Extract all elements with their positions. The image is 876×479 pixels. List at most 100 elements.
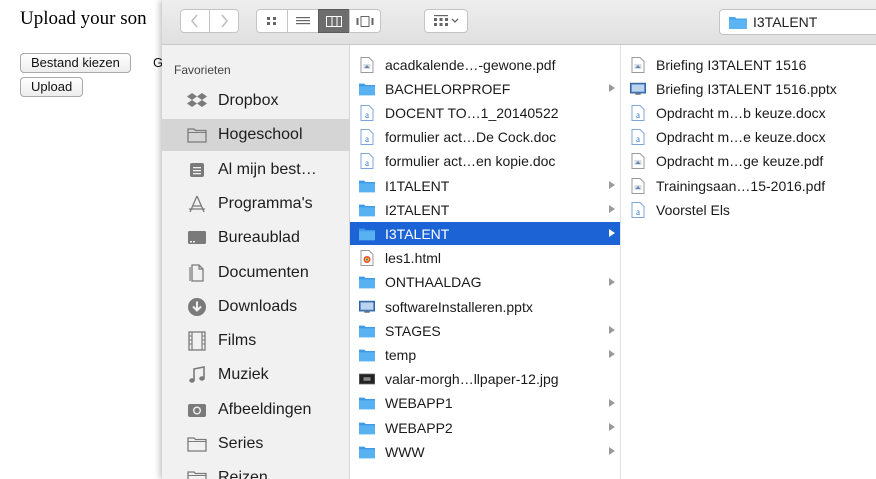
icon-view-button[interactable]	[256, 9, 288, 33]
svg-text:a: a	[636, 134, 640, 144]
sidebar-item-bureaublad[interactable]: Bureaublad	[162, 222, 350, 254]
applications-icon	[186, 194, 208, 214]
doc-file-icon: a	[359, 129, 375, 146]
file-name: Trainingsaan…15-2016.pdf	[656, 177, 826, 194]
pdf-file-icon	[630, 153, 646, 170]
folder-row[interactable]: WWW	[350, 440, 620, 463]
file-row[interactable]: Opdracht m…ge keuze.pdf	[621, 150, 876, 173]
dropbox-icon	[186, 91, 208, 111]
folder-icon	[359, 226, 375, 242]
downloads-icon	[186, 297, 208, 317]
folder-row[interactable]: WEBAPP1	[350, 392, 620, 415]
file-name: DOCENT TO…1_20140522	[385, 104, 559, 121]
file-row[interactable]: les1.html	[350, 247, 620, 270]
sidebar-item-series[interactable]: Series	[162, 428, 350, 460]
file-name: STAGES	[385, 322, 441, 339]
folder-icon	[186, 468, 208, 479]
svg-text:a: a	[365, 110, 369, 120]
pptx-file-icon	[359, 299, 375, 315]
folder-icon	[359, 81, 375, 97]
folder-icon	[359, 420, 375, 436]
sidebar-item-label: Documenten	[218, 263, 309, 281]
folder-row[interactable]: I2TALENT	[350, 198, 620, 221]
pdf-file-icon	[630, 177, 646, 194]
file-name: I1TALENT	[385, 177, 450, 194]
sidebar: Favorieten Dropbox Hogeschool Al mijn best…	[162, 45, 350, 479]
sidebar-header: Favorieten	[174, 63, 231, 77]
file-row[interactable]: a Opdracht m…e keuze.docx	[621, 126, 876, 149]
column-view-button[interactable]	[318, 9, 350, 33]
folder-icon	[359, 323, 375, 339]
folder-row[interactable]: I1TALENT	[350, 174, 620, 197]
file-row[interactable]: acadkalende…-gewone.pdf	[350, 53, 620, 76]
svg-text:a: a	[636, 110, 640, 120]
disclosure-arrow-icon	[609, 326, 615, 335]
file-name: formulier act…en kopie.doc	[385, 153, 556, 170]
file-row[interactable]: Briefing I3TALENT 1516	[621, 53, 876, 76]
pptx-file-icon	[630, 81, 646, 97]
folder-icon	[359, 444, 375, 460]
sidebar-item-dropbox[interactable]: Dropbox	[162, 85, 350, 117]
sidebar-item-films[interactable]: Films	[162, 325, 350, 357]
disclosure-arrow-icon	[609, 350, 615, 359]
file-row[interactable]: Trainingsaan…15-2016.pdf	[621, 174, 876, 197]
sidebar-item-reizen[interactable]: Reizen	[162, 462, 350, 479]
file-row[interactable]: a DOCENT TO…1_20140522	[350, 101, 620, 124]
movies-icon	[186, 331, 208, 351]
folder-row[interactable]: I3TALENT	[350, 222, 620, 246]
svg-text:a: a	[365, 134, 369, 144]
folder-row[interactable]: BACHELORPROEF	[350, 77, 620, 100]
sidebar-item-afbeeldingen[interactable]: Afbeeldingen	[162, 394, 350, 426]
disclosure-arrow-icon	[609, 205, 615, 214]
disclosure-arrow-icon	[609, 423, 615, 431]
sidebar-item-label: Afbeeldingen	[218, 400, 312, 418]
file-name: Voorstel Els	[656, 201, 730, 218]
file-row[interactable]: softwareInstalleren.pptx	[350, 295, 620, 318]
folder-row[interactable]: WEBAPP2	[350, 416, 620, 439]
list-view-button[interactable]	[287, 9, 319, 33]
doc-file-icon: a	[630, 129, 646, 146]
file-row[interactable]: valar-morgh…llpaper-12.jpg	[350, 368, 620, 391]
folder-row[interactable]: temp	[350, 343, 620, 366]
sidebar-item-documenten[interactable]: Documenten	[162, 257, 350, 289]
file-name: I3TALENT	[385, 225, 450, 242]
file-name: WEBAPP2	[385, 419, 453, 436]
back-button[interactable]	[180, 9, 210, 33]
folder-icon	[359, 347, 375, 363]
page-title: Upload your son	[20, 8, 147, 29]
file-row[interactable]: Briefing I3TALENT 1516.pptx	[621, 77, 876, 100]
sidebar-item-hogeschool[interactable]: Hogeschool	[162, 119, 350, 152]
sidebar-item-label: Programma's	[218, 194, 313, 212]
file-row[interactable]: a formulier act…en kopie.doc	[350, 150, 620, 173]
file-name: WWW	[385, 443, 425, 460]
file-open-dialog: I3TALENT Favorieten Dropbox Hogeschool Al …	[162, 0, 876, 479]
back-forward-group	[180, 9, 239, 33]
sidebar-item-programma-s[interactable]: Programma's	[162, 188, 350, 220]
dialog-toolbar: I3TALENT	[162, 0, 876, 45]
disclosure-arrow-icon	[609, 447, 615, 456]
cover-flow-button[interactable]	[349, 9, 381, 33]
forward-button[interactable]	[209, 9, 239, 33]
location-popup[interactable]: I3TALENT	[719, 9, 876, 35]
choose-file-button[interactable]: Bestand kiezen	[20, 53, 131, 73]
folder-icon	[359, 395, 375, 411]
file-row[interactable]: a Opdracht m…b keuze.docx	[621, 101, 876, 124]
disclosure-arrow-icon	[609, 181, 615, 189]
file-name: Opdracht m…e keuze.docx	[656, 129, 826, 146]
disclosure-arrow-icon	[609, 84, 615, 93]
column-view-icon	[326, 15, 342, 27]
sidebar-item-al-mijn-best[interactable]: Al mijn best…	[162, 154, 350, 186]
sidebar-item-muziek[interactable]: Muziek	[162, 359, 350, 391]
file-name: ONTHAALDAG	[385, 274, 482, 291]
file-row[interactable]: a formulier act…De Cock.doc	[350, 126, 620, 149]
music-icon	[186, 365, 208, 385]
jpg-file-icon	[359, 371, 375, 387]
folder-row[interactable]: STAGES	[350, 319, 620, 342]
file-name: valar-morgh…llpaper-12.jpg	[385, 371, 559, 388]
file-row[interactable]: a Voorstel Els	[621, 198, 876, 221]
upload-button[interactable]: Upload	[20, 77, 84, 97]
folder-row[interactable]: ONTHAALDAG	[350, 271, 620, 294]
file-name: Opdracht m…ge keuze.pdf	[656, 153, 824, 170]
arrange-button[interactable]	[424, 9, 468, 33]
sidebar-item-downloads[interactable]: Downloads	[162, 291, 350, 323]
